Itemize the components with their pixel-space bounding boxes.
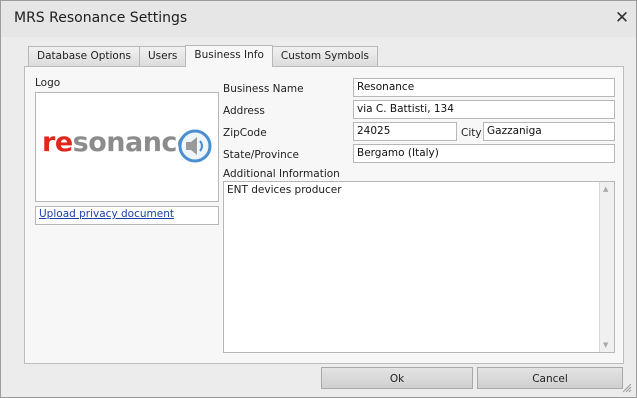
scroll-down-icon[interactable]: ▼ bbox=[603, 341, 608, 349]
additional-info-text: ENT devices producer bbox=[227, 184, 342, 196]
city-label: City bbox=[461, 127, 482, 139]
city-field[interactable]: Gazzaniga bbox=[483, 122, 615, 141]
business-info-panel: Logo resonance Upload privacy document B… bbox=[24, 66, 624, 364]
tab-database-options[interactable]: Database Options bbox=[28, 46, 140, 66]
logo-accent-text: re bbox=[42, 127, 73, 158]
company-logo: resonance bbox=[42, 127, 195, 158]
ok-button[interactable]: Ok bbox=[321, 367, 473, 389]
title-bar: MRS Resonance Settings ✕ bbox=[1, 1, 636, 37]
speaker-sound-icon bbox=[178, 129, 212, 163]
logo-rest-text: sonance bbox=[72, 127, 196, 158]
settings-window: MRS Resonance Settings ✕ Database Option… bbox=[0, 0, 637, 398]
additional-info-textarea[interactable]: ENT devices producer ▲ ▼ bbox=[223, 181, 615, 353]
tab-users[interactable]: Users bbox=[138, 46, 187, 66]
additional-info-label: Additional Information bbox=[223, 168, 340, 180]
business-name-field[interactable]: Resonance bbox=[353, 78, 615, 97]
address-label: Address bbox=[223, 105, 265, 117]
resize-grip-icon[interactable] bbox=[622, 383, 632, 393]
scroll-up-icon[interactable]: ▲ bbox=[603, 185, 608, 193]
state-label: State/Province bbox=[223, 149, 300, 161]
logo-image-box[interactable]: resonance bbox=[35, 92, 219, 202]
vertical-scrollbar[interactable]: ▲ ▼ bbox=[599, 182, 614, 352]
tab-business-info[interactable]: Business Info bbox=[185, 45, 273, 67]
state-field[interactable]: Bergamo (Italy) bbox=[353, 144, 615, 163]
upload-privacy-link[interactable]: Upload privacy document bbox=[39, 208, 174, 220]
address-field[interactable]: via C. Battisti, 134 bbox=[353, 100, 615, 119]
business-name-label: Business Name bbox=[223, 83, 304, 95]
zipcode-label: ZipCode bbox=[223, 127, 267, 139]
window-title: MRS Resonance Settings bbox=[14, 10, 188, 26]
upload-privacy-box: Upload privacy document bbox=[35, 206, 219, 225]
zipcode-field[interactable]: 24025 bbox=[353, 122, 457, 141]
tab-strip: Database Options Users Business Info Cus… bbox=[28, 45, 379, 67]
tab-custom-symbols[interactable]: Custom Symbols bbox=[271, 46, 379, 66]
close-icon[interactable]: ✕ bbox=[613, 8, 631, 28]
logo-label: Logo bbox=[35, 77, 61, 89]
cancel-button[interactable]: Cancel bbox=[477, 367, 623, 389]
